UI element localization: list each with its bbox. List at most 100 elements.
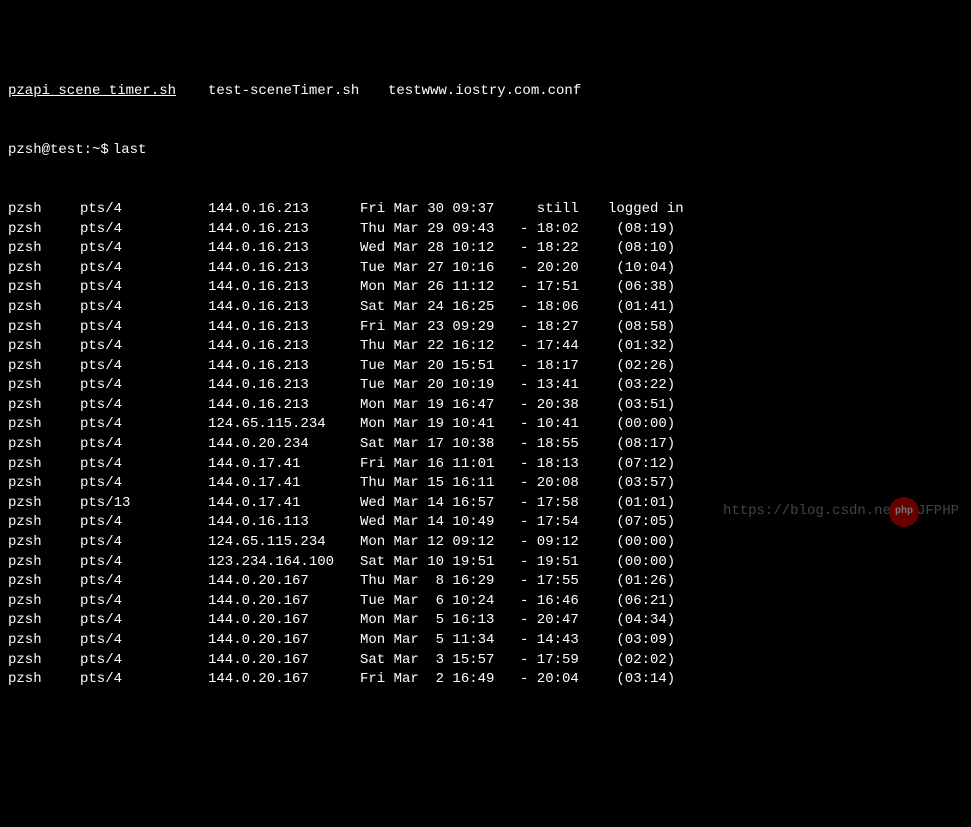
host-column: 144.0.20.167	[208, 651, 360, 671]
host-column: 144.0.20.234	[208, 435, 360, 455]
user-column: pzsh	[8, 494, 80, 514]
login-time-column: Sat Mar 10 19:51	[360, 553, 520, 573]
tty-column: pts/4	[80, 318, 208, 338]
login-record: pzshpts/4144.0.16.213Tue Mar 20 15:51- 1…	[8, 357, 963, 377]
user-column: pzsh	[8, 631, 80, 651]
login-time-column: Mon Mar 26 11:12	[360, 278, 520, 298]
login-time-column: Fri Mar 23 09:29	[360, 318, 520, 338]
login-time-column: Thu Mar 22 16:12	[360, 337, 520, 357]
login-time-column: Thu Mar 29 09:43	[360, 220, 520, 240]
duration-column: (08:17)	[608, 435, 675, 455]
login-time-column: Wed Mar 14 10:49	[360, 513, 520, 533]
duration-column: (06:21)	[608, 592, 675, 612]
login-time-column: Mon Mar 12 09:12	[360, 533, 520, 553]
tty-column: pts/4	[80, 376, 208, 396]
user-column: pzsh	[8, 533, 80, 553]
login-record: pzshpts/4144.0.16.213Sat Mar 24 16:25- 1…	[8, 298, 963, 318]
tty-column: pts/4	[80, 553, 208, 573]
watermark: https://blog.csdn.ne php JFPHP	[723, 497, 959, 527]
user-column: pzsh	[8, 357, 80, 377]
tty-column: pts/4	[80, 278, 208, 298]
tty-column: pts/4	[80, 200, 208, 220]
host-column: 144.0.16.213	[208, 376, 360, 396]
host-column: 124.65.115.234	[208, 533, 360, 553]
host-column: 144.0.20.167	[208, 670, 360, 690]
login-record: pzshpts/4144.0.16.213Fri Mar 23 09:29- 1…	[8, 318, 963, 338]
duration-column: (01:26)	[608, 572, 675, 592]
user-column: pzsh	[8, 455, 80, 475]
host-column: 144.0.16.213	[208, 318, 360, 338]
login-time-column: Wed Mar 14 16:57	[360, 494, 520, 514]
tty-column: pts/4	[80, 220, 208, 240]
login-record: pzshpts/4144.0.16.213Thu Mar 29 09:43- 1…	[8, 220, 963, 240]
logout-time-column: - 17:44	[520, 337, 608, 357]
host-column: 144.0.17.41	[208, 474, 360, 494]
login-time-column: Tue Mar 6 10:24	[360, 592, 520, 612]
login-record: pzshpts/4124.65.115.234Mon Mar 12 09:12-…	[8, 533, 963, 553]
tty-column: pts/4	[80, 513, 208, 533]
logout-time-column: - 18:22	[520, 239, 608, 259]
tty-column: pts/4	[80, 357, 208, 377]
login-time-column: Tue Mar 20 15:51	[360, 357, 520, 377]
file-item: test-sceneTimer.sh	[208, 82, 388, 102]
duration-column: (03:22)	[608, 376, 675, 396]
logout-time-column: - 17:59	[520, 651, 608, 671]
tty-column: pts/4	[80, 239, 208, 259]
login-record: pzshpts/4144.0.20.167Mon Mar 5 11:34- 14…	[8, 631, 963, 651]
logout-time-column: - 20:38	[520, 396, 608, 416]
tty-column: pts/4	[80, 337, 208, 357]
logout-time-column: - 18:27	[520, 318, 608, 338]
logout-time-column: - 09:12	[520, 533, 608, 553]
host-column: 144.0.16.213	[208, 298, 360, 318]
user-column: pzsh	[8, 572, 80, 592]
duration-column: (03:14)	[608, 670, 675, 690]
user-column: pzsh	[8, 298, 80, 318]
last-output: pzshpts/4144.0.16.213Fri Mar 30 09:37 st…	[8, 200, 963, 690]
login-time-column: Thu Mar 8 16:29	[360, 572, 520, 592]
duration-column: (07:05)	[608, 513, 675, 533]
logout-time-column: - 16:46	[520, 592, 608, 612]
user-column: pzsh	[8, 415, 80, 435]
user-column: pzsh	[8, 337, 80, 357]
login-record: pzshpts/4144.0.16.213Fri Mar 30 09:37 st…	[8, 200, 963, 220]
login-record: pzshpts/4123.234.164.100Sat Mar 10 19:51…	[8, 553, 963, 573]
tty-column: pts/4	[80, 455, 208, 475]
login-record: pzshpts/4144.0.16.213Mon Mar 19 16:47- 2…	[8, 396, 963, 416]
user-column: pzsh	[8, 239, 80, 259]
host-column: 144.0.20.167	[208, 592, 360, 612]
host-column: 144.0.16.213	[208, 239, 360, 259]
logout-time-column: - 17:54	[520, 513, 608, 533]
login-record: pzshpts/4144.0.20.167Thu Mar 8 16:29- 17…	[8, 572, 963, 592]
tty-column: pts/4	[80, 415, 208, 435]
host-column: 123.234.164.100	[208, 553, 360, 573]
logout-time-column: - 20:08	[520, 474, 608, 494]
login-record: pzshpts/4144.0.20.234Sat Mar 17 10:38- 1…	[8, 435, 963, 455]
tty-column: pts/4	[80, 396, 208, 416]
file-listing: pzapi_scene_timer.sh test-sceneTimer.sh …	[8, 82, 963, 102]
logout-time-column: - 20:04	[520, 670, 608, 690]
duration-column: (03:51)	[608, 396, 675, 416]
user-column: pzsh	[8, 259, 80, 279]
logout-time-column: - 19:51	[520, 553, 608, 573]
logout-time-column: - 18:55	[520, 435, 608, 455]
duration-column: logged in	[608, 200, 684, 220]
tty-column: pts/4	[80, 592, 208, 612]
login-time-column: Sat Mar 17 10:38	[360, 435, 520, 455]
host-column: 144.0.16.213	[208, 220, 360, 240]
tty-column: pts/4	[80, 572, 208, 592]
login-time-column: Sat Mar 24 16:25	[360, 298, 520, 318]
logout-time-column: - 17:55	[520, 572, 608, 592]
user-column: pzsh	[8, 396, 80, 416]
duration-column: (03:57)	[608, 474, 675, 494]
logout-time-column: - 10:41	[520, 415, 608, 435]
file-item: testwww.iostry.com.conf	[388, 82, 581, 102]
login-time-column: Thu Mar 15 16:11	[360, 474, 520, 494]
php-badge-icon: php	[889, 497, 919, 527]
duration-column: (08:19)	[608, 220, 675, 240]
login-record: pzshpts/4144.0.20.167Tue Mar 6 10:24- 16…	[8, 592, 963, 612]
host-column: 144.0.20.167	[208, 631, 360, 651]
command-line[interactable]: pzsh@test:~$ last	[8, 141, 963, 161]
login-record: pzshpts/4144.0.20.167Sat Mar 3 15:57- 17…	[8, 651, 963, 671]
login-record: pzshpts/4124.65.115.234Mon Mar 19 10:41-…	[8, 415, 963, 435]
duration-column: (00:00)	[608, 415, 675, 435]
